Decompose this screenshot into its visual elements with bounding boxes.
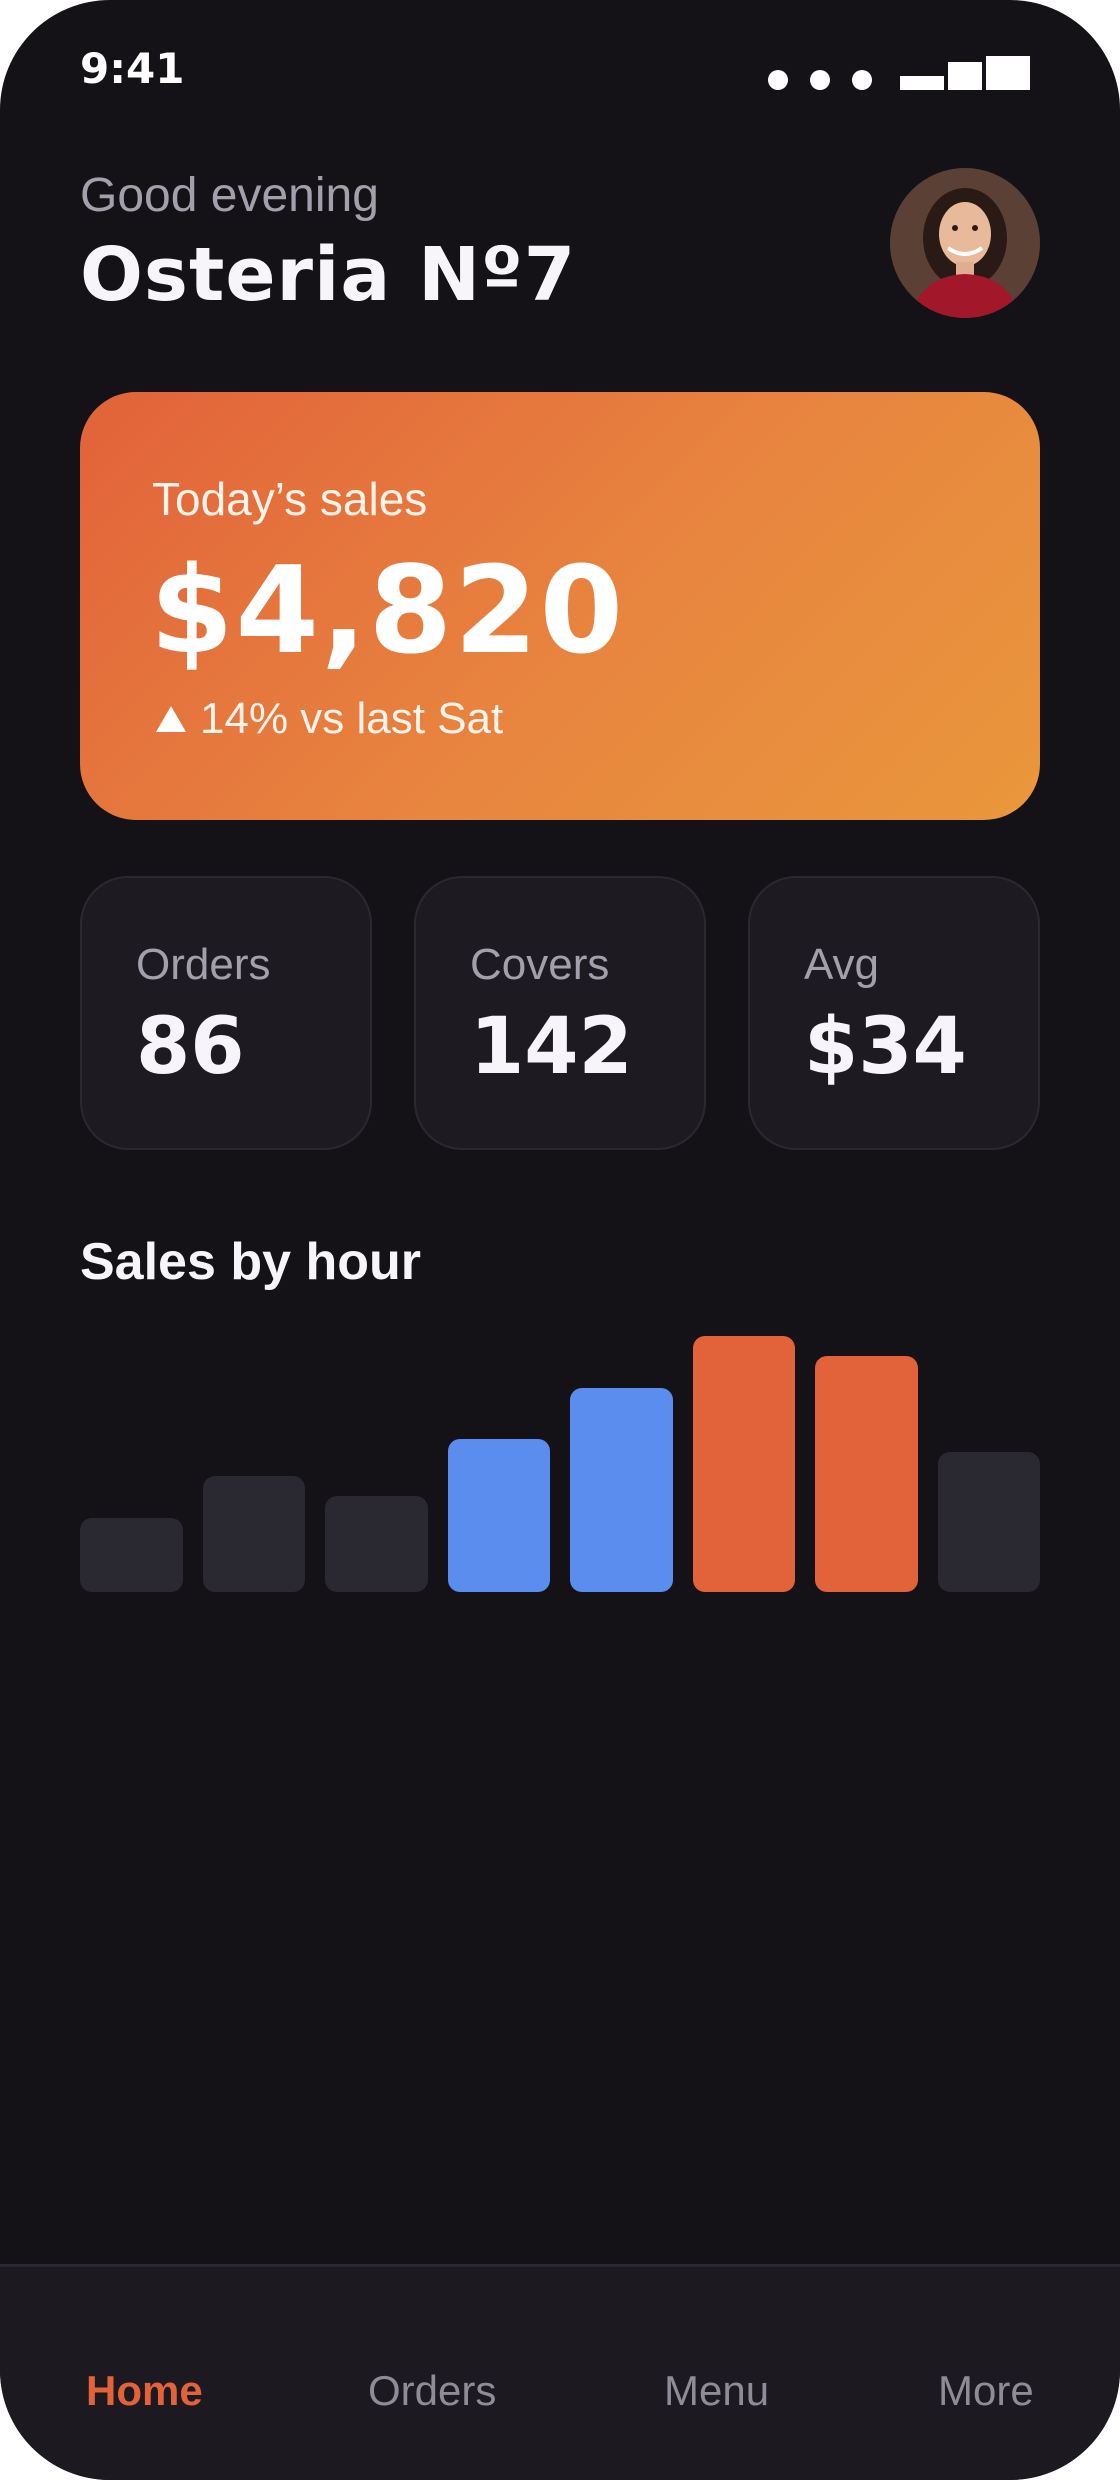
stat-value: 86 [136, 1002, 245, 1092]
nav-item-orders[interactable]: Orders [368, 2367, 496, 2415]
chart-bar [80, 1518, 183, 1592]
chart-title: Sales by hour [80, 1233, 421, 1291]
chart-bar [202, 1476, 305, 1592]
status-time: 9:41 [80, 44, 185, 93]
bottom-nav: Home Orders Menu More [0, 2264, 1120, 2480]
avatar[interactable] [890, 168, 1040, 318]
signal-dot-icon [810, 70, 830, 90]
venue-name: Osteria Nº7 [80, 232, 577, 318]
stat-value: $34 [804, 1002, 967, 1092]
stat-value: 142 [470, 1002, 633, 1092]
todays-sales-value: $4,820 [150, 542, 626, 681]
nav-item-menu[interactable]: Menu [664, 2367, 769, 2415]
nav-item-home[interactable]: Home [86, 2367, 203, 2415]
chart-bar [692, 1336, 795, 1592]
chart-bar [570, 1388, 673, 1592]
stat-card-orders[interactable]: Orders 86 [80, 876, 372, 1150]
stat-label: Covers [470, 940, 610, 989]
battery-icon [900, 56, 1030, 90]
sales-change: 14% vs last Sat [154, 694, 503, 744]
chart-bar [815, 1356, 918, 1592]
chart-bar [937, 1452, 1040, 1592]
stat-label: Orders [136, 940, 271, 989]
status-icons [768, 56, 1030, 90]
signal-dot-icon [852, 70, 872, 90]
todays-sales-card[interactable]: Today’s sales $4,820 14% vs last Sat [80, 392, 1040, 820]
nav-item-more[interactable]: More [938, 2367, 1034, 2415]
sales-change-text: 14% vs last Sat [200, 694, 504, 743]
stat-card-avg[interactable]: Avg $34 [748, 876, 1040, 1150]
phone-screen: 9:41 Good evening Osteria Nº7 Today’s sa… [0, 0, 1120, 2480]
chart-bar [447, 1439, 550, 1592]
todays-sales-label: Today’s sales [152, 473, 428, 525]
stat-card-covers[interactable]: Covers 142 [414, 876, 706, 1150]
sales-by-hour-chart [80, 1320, 1040, 1592]
avatar-image [890, 168, 1040, 318]
greeting-text: Good evening [80, 169, 379, 222]
chart-bar [325, 1496, 428, 1592]
signal-dot-icon [768, 70, 788, 90]
stat-label: Avg [804, 940, 880, 989]
triangle-up-icon [156, 706, 186, 732]
